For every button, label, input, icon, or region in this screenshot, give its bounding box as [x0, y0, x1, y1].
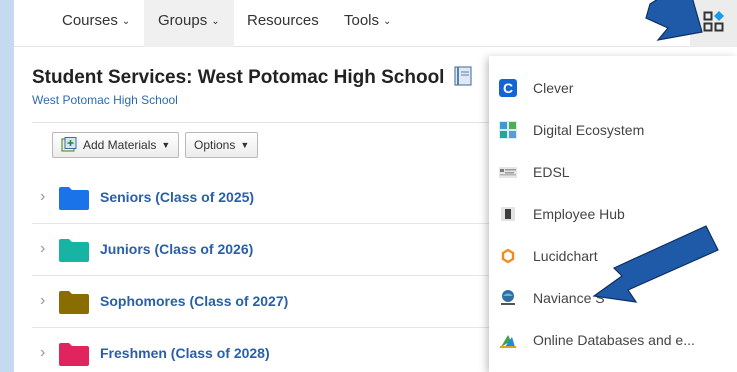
- triangle-down-icon: ▼: [161, 140, 171, 150]
- triangle-down-icon: ▼: [240, 140, 250, 150]
- app-name: Naviance S: [533, 290, 605, 306]
- app-frame: Courses ⌄ Groups ⌄ Resources Tools ⌄ Studen…: [14, 0, 737, 372]
- options-button[interactable]: Options ▼: [185, 132, 259, 158]
- edsl-icon: [499, 167, 517, 178]
- svg-text:C: C: [503, 80, 513, 96]
- folder-icon: [59, 239, 89, 262]
- nav-resources-label: Resources: [247, 12, 319, 29]
- nav-groups[interactable]: Groups ⌄: [144, 0, 234, 47]
- folder-icon: [59, 291, 89, 314]
- folder-icon: [59, 343, 89, 366]
- options-label: Options: [194, 138, 236, 152]
- folder-row[interactable]: › Freshmen (Class of 2028): [32, 328, 492, 372]
- app-item-clever[interactable]: C Clever: [489, 68, 737, 110]
- app-name: EDSL: [533, 164, 570, 180]
- chevron-down-icon: ⌄: [383, 16, 392, 27]
- nav-tools-label: Tools: [344, 12, 380, 29]
- divider: [32, 122, 492, 123]
- folder-row[interactable]: › Juniors (Class of 2026): [32, 224, 492, 276]
- folder-link[interactable]: Seniors (Class of 2025): [100, 189, 254, 205]
- nav-courses-label: Courses: [62, 12, 118, 29]
- book-icon: [454, 66, 472, 86]
- app-item-lucidchart[interactable]: Lucidchart: [489, 236, 737, 278]
- chevron-right-icon[interactable]: ›: [40, 344, 45, 362]
- digital-ecosystem-icon: [499, 121, 517, 139]
- nav-tools[interactable]: Tools ⌄: [330, 0, 405, 47]
- nav-groups-label: Groups: [158, 12, 208, 29]
- school-link[interactable]: West Potomac High School: [32, 93, 178, 107]
- folder-link[interactable]: Freshmen (Class of 2028): [100, 345, 270, 361]
- app-name: Clever: [533, 80, 574, 96]
- employee-hub-icon: [501, 207, 515, 221]
- chevron-down-icon: ⌄: [121, 16, 131, 27]
- top-navigation: Courses ⌄ Groups ⌄ Resources Tools ⌄: [14, 0, 737, 47]
- folder-link[interactable]: Juniors (Class of 2026): [100, 241, 253, 257]
- online-databases-icon: [500, 335, 516, 348]
- page-title-text: Student Services: West Potomac High Scho…: [32, 67, 445, 88]
- add-materials-label: Add Materials: [83, 138, 157, 152]
- add-materials-icon: [61, 137, 77, 152]
- apps-grid-icon: [703, 11, 724, 32]
- apps-dropdown: C Clever Digital Ecosystem EDSL Employee…: [489, 56, 737, 372]
- app-name: Employee Hub: [533, 206, 625, 222]
- folder-row[interactable]: › Seniors (Class of 2025): [32, 172, 492, 224]
- nav-resources[interactable]: Resources: [233, 0, 333, 47]
- app-item-edsl[interactable]: EDSL: [489, 152, 737, 194]
- app-item-online-databases[interactable]: Online Databases and e...: [489, 320, 737, 362]
- chevron-right-icon[interactable]: ›: [40, 240, 45, 258]
- app-name: Online Databases and e...: [533, 332, 695, 348]
- chevron-right-icon[interactable]: ›: [40, 188, 45, 206]
- nav-courses[interactable]: Courses ⌄: [48, 0, 144, 47]
- app-item-digital-ecosystem[interactable]: Digital Ecosystem: [489, 110, 737, 152]
- page-title: Student Services: West Potomac High Scho…: [32, 66, 472, 89]
- folder-row[interactable]: › Sophomores (Class of 2027): [32, 276, 492, 328]
- lucidchart-icon: [501, 248, 515, 264]
- naviance-icon: [501, 290, 515, 305]
- folder-icon: [59, 187, 89, 210]
- app-name: Lucidchart: [533, 248, 598, 264]
- app-name: Digital Ecosystem: [533, 122, 645, 138]
- chevron-right-icon[interactable]: ›: [40, 292, 45, 310]
- apps-menu-button[interactable]: [690, 0, 737, 47]
- app-item-employee-hub[interactable]: Employee Hub: [489, 194, 737, 236]
- folder-link[interactable]: Sophomores (Class of 2027): [100, 293, 288, 309]
- app-item-naviance[interactable]: Naviance S: [489, 278, 737, 320]
- add-materials-button[interactable]: Add Materials ▼: [52, 132, 180, 158]
- clever-icon: C: [499, 79, 517, 97]
- chevron-down-icon: ⌄: [211, 16, 220, 27]
